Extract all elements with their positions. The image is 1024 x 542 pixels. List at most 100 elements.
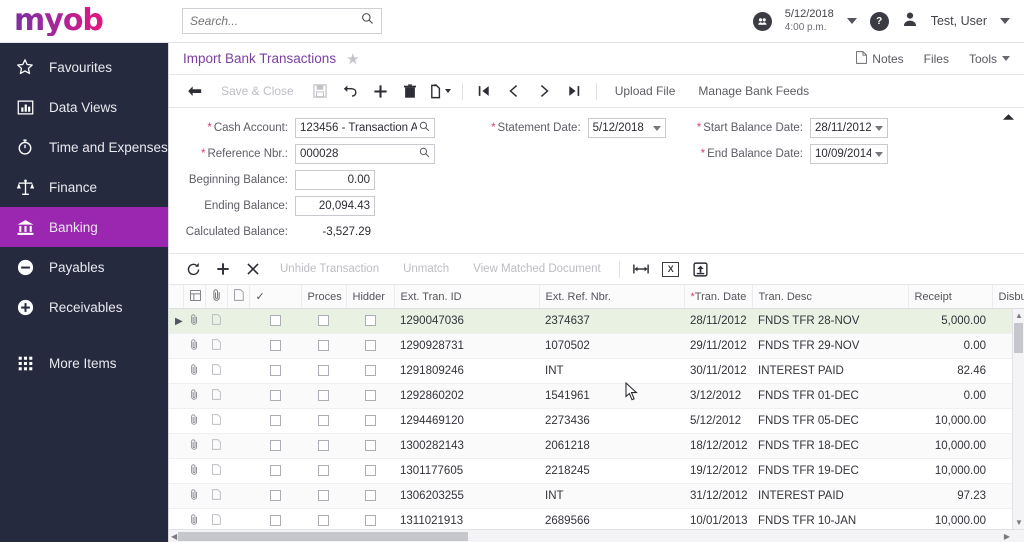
- cell-check-checkbox[interactable]: [249, 508, 301, 529]
- scroll-up-arrow-icon[interactable]: ▲: [1015, 311, 1023, 320]
- ending-balance-input[interactable]: 20,094.43: [295, 196, 375, 216]
- note-page-icon[interactable]: [205, 333, 227, 359]
- column-header-receipt[interactable]: Receipt: [908, 285, 993, 309]
- delete-record-button[interactable]: [397, 78, 424, 104]
- cell-tran-desc[interactable]: FNDS TFR 29-NOV: [752, 333, 908, 359]
- cell-check-checkbox[interactable]: [249, 358, 301, 384]
- cell-processed-checkbox[interactable]: [301, 408, 346, 434]
- statement-date-input[interactable]: 5/12/2018: [587, 118, 666, 138]
- undo-icon[interactable]: [337, 78, 364, 104]
- table-row[interactable]: 1311021913 2689566 10/01/2013 FNDS TFR 10-J…: [169, 508, 1024, 529]
- cell-ext-tran-id[interactable]: 1292860202: [394, 383, 539, 409]
- cell-receipt[interactable]: 10,000.00: [908, 508, 992, 529]
- cell-processed-checkbox[interactable]: [301, 433, 346, 459]
- paperclip-icon[interactable]: [183, 309, 205, 334]
- cell-hidden-checkbox[interactable]: [346, 309, 394, 334]
- cell-tran-date[interactable]: 30/11/2012: [684, 358, 752, 384]
- sidebar-item-payables[interactable]: Payables: [0, 247, 168, 287]
- column-header-disbursement[interactable]: Disburs: [992, 285, 1024, 309]
- note-page-icon[interactable]: [227, 285, 250, 309]
- paperclip-icon[interactable]: [183, 333, 205, 359]
- cell-ext-ref-nbr[interactable]: INT: [539, 483, 684, 509]
- cell-receipt[interactable]: 97.23: [908, 483, 992, 509]
- cell-check-checkbox[interactable]: [249, 458, 301, 484]
- company-icon[interactable]: [752, 11, 772, 31]
- search-box[interactable]: [182, 8, 382, 34]
- cell-tran-date[interactable]: 31/12/2012: [684, 483, 752, 509]
- chevron-down-icon[interactable]: [875, 125, 883, 131]
- cell-receipt[interactable]: 0.00: [908, 333, 992, 359]
- user-menu-chevron-down-icon[interactable]: [1000, 18, 1010, 24]
- grid-vertical-scrollbar[interactable]: ▲ ▼: [1012, 309, 1024, 529]
- beginning-balance-input[interactable]: 0.00: [295, 170, 375, 190]
- next-record-button[interactable]: [531, 78, 558, 104]
- cell-ext-tran-id[interactable]: 1301177605: [394, 458, 539, 484]
- datetime-chevron-down-icon[interactable]: [846, 18, 857, 24]
- cell-receipt[interactable]: 10,000.00: [908, 433, 992, 459]
- sidebar-item-banking[interactable]: Banking: [0, 207, 168, 247]
- cell-ext-ref-nbr[interactable]: 1070502: [539, 333, 684, 359]
- table-row[interactable]: 1291809246 INT 30/11/2012 INTEREST PAID 82.4…: [169, 358, 1024, 384]
- cell-tran-date[interactable]: 28/11/2012: [684, 309, 752, 334]
- cell-hidden-checkbox[interactable]: [346, 408, 394, 434]
- cell-processed-checkbox[interactable]: [301, 358, 346, 384]
- end-balance-date-input[interactable]: 10/09/2014: [810, 144, 888, 164]
- cell-check-checkbox[interactable]: [249, 309, 301, 334]
- vertical-scroll-thumb[interactable]: [1014, 323, 1023, 353]
- last-record-button[interactable]: [561, 78, 588, 104]
- search-icon[interactable]: [361, 12, 374, 30]
- transactions-grid-body-scroll[interactable]: ▶ 1290047036 2374637 28/11/2012 FNDS TFR 28-…: [169, 309, 1024, 529]
- table-row[interactable]: 1292860202 1541961 3/12/2012 FNDS TFR 01-DE…: [169, 383, 1024, 409]
- cell-tran-date[interactable]: 3/12/2012: [684, 383, 752, 409]
- cell-tran-desc[interactable]: FNDS TFR 05-DEC: [752, 408, 908, 434]
- cell-receipt[interactable]: 5,000.00: [908, 309, 992, 334]
- cash-account-input[interactable]: 123456 - Transaction Acc: [295, 118, 435, 138]
- cell-check-checkbox[interactable]: [249, 333, 301, 359]
- column-header-processed[interactable]: Proces: [301, 285, 347, 309]
- upload-icon[interactable]: [687, 257, 715, 281]
- cell-hidden-checkbox[interactable]: [346, 383, 394, 409]
- scroll-left-arrow-icon[interactable]: ◀: [171, 532, 177, 541]
- cell-hidden-checkbox[interactable]: [346, 508, 394, 529]
- cell-tran-desc[interactable]: FNDS TFR 10-JAN: [752, 508, 908, 529]
- cell-tran-date[interactable]: 19/12/2012: [684, 458, 752, 484]
- cell-ext-ref-nbr[interactable]: 2374637: [539, 309, 684, 334]
- cell-check-checkbox[interactable]: [249, 483, 301, 509]
- table-row[interactable]: 1290928731 1070502 29/11/2012 FNDS TFR 29-N…: [169, 333, 1024, 359]
- previous-record-button[interactable]: [501, 78, 528, 104]
- cell-check-checkbox[interactable]: [249, 433, 301, 459]
- first-record-button[interactable]: [471, 78, 498, 104]
- favourite-star-icon[interactable]: ★: [346, 50, 359, 68]
- cell-tran-desc[interactable]: FNDS TFR 19-DEC: [752, 458, 908, 484]
- back-arrow-icon[interactable]: [181, 78, 208, 104]
- paperclip-icon[interactable]: [183, 358, 205, 384]
- sidebar-item-more-items[interactable]: More Items: [0, 343, 168, 383]
- copy-paste-button[interactable]: [427, 78, 454, 104]
- column-header-tran-desc[interactable]: Tran. Desc: [752, 285, 909, 309]
- cell-processed-checkbox[interactable]: [301, 383, 346, 409]
- paperclip-icon[interactable]: [183, 433, 205, 459]
- note-page-icon[interactable]: [205, 433, 227, 459]
- paperclip-icon[interactable]: [183, 383, 205, 409]
- file-grid-icon[interactable]: [183, 285, 206, 309]
- manage-bank-feeds-button[interactable]: Manage Bank Feeds: [688, 84, 819, 98]
- cell-tran-date[interactable]: 5/12/2012: [684, 408, 752, 434]
- column-header-tran-date[interactable]: *Tran. Date: [684, 285, 753, 309]
- cell-processed-checkbox[interactable]: [301, 333, 346, 359]
- table-row[interactable]: 1306203255 INT 31/12/2012 INTEREST PAID 97.2…: [169, 483, 1024, 509]
- delete-row-button[interactable]: [239, 257, 267, 281]
- start-balance-date-input[interactable]: 28/11/2012: [810, 118, 888, 138]
- sidebar-item-finance[interactable]: Finance: [0, 167, 168, 207]
- cell-hidden-checkbox[interactable]: [346, 458, 394, 484]
- grid-horizontal-scrollbar[interactable]: ◀ ▶: [169, 529, 1024, 542]
- sidebar-item-data-views[interactable]: Data Views: [0, 87, 168, 127]
- chevron-down-icon[interactable]: [875, 151, 883, 157]
- chevron-up-icon[interactable]: [1002, 112, 1015, 124]
- cell-ext-tran-id[interactable]: 1311021913: [394, 508, 539, 529]
- cell-ext-tran-id[interactable]: 1290928731: [394, 333, 539, 359]
- table-row[interactable]: 1294469120 2273436 5/12/2012 FNDS TFR 05-DE…: [169, 408, 1024, 434]
- table-row[interactable]: ▶ 1290047036 2374637 28/11/2012 FNDS TFR 28-…: [169, 309, 1024, 334]
- paperclip-icon[interactable]: [183, 508, 205, 529]
- cell-receipt[interactable]: 82.46: [908, 358, 992, 384]
- cell-tran-date[interactable]: 10/01/2013: [684, 508, 752, 529]
